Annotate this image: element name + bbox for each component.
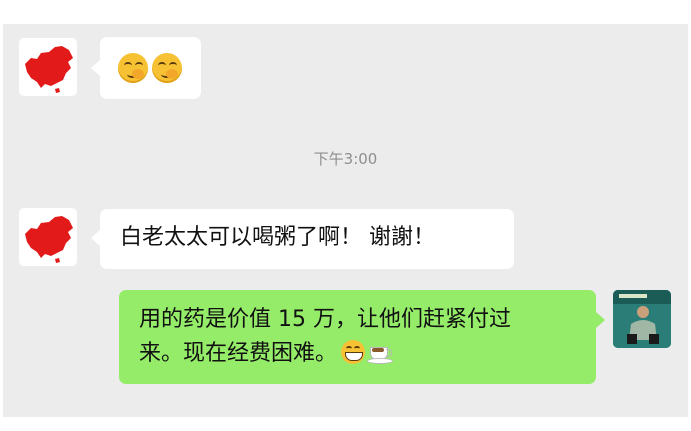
message-text-line-1: 用的药是价值 15 万，让他们赶紧付过: [139, 307, 511, 332]
china-map-avatar[interactable]: [19, 38, 77, 96]
chat-area: 下午3:00 白老太太可以喝粥了啊！ 谢謝！ 用的药是价值 15 万，让他们赶紧…: [3, 24, 688, 417]
bubble-tail: [91, 60, 100, 76]
message-bubble-emoji[interactable]: [100, 37, 201, 99]
china-map-avatar[interactable]: [19, 208, 77, 266]
thinking-face-emoji: [152, 53, 182, 83]
person-photo-icon: [613, 290, 671, 348]
china-map-icon: [25, 216, 73, 263]
bubble-tail: [596, 312, 605, 328]
message-bubble-outgoing[interactable]: 用的药是价值 15 万，让他们赶紧付过 来。现在经费困难。: [119, 290, 596, 384]
tea-cup-emoji: [367, 341, 394, 364]
grinning-face-emoji: [341, 340, 366, 364]
thinking-face-emoji: [118, 53, 148, 83]
message-text-line-2: 来。现在经费困难。: [139, 341, 338, 366]
message-text-line-2-row: 来。现在经费困难。: [139, 338, 394, 370]
message-bubble-text[interactable]: 白老太太可以喝粥了啊！ 谢謝！: [100, 209, 514, 269]
photo-avatar[interactable]: [613, 290, 671, 348]
message-timestamp: 下午3:00: [313, 150, 378, 168]
bubble-tail: [91, 230, 100, 246]
china-map-icon: [25, 46, 73, 93]
message-text: 白老太太可以喝粥了啊！ 谢謝！: [120, 225, 435, 250]
